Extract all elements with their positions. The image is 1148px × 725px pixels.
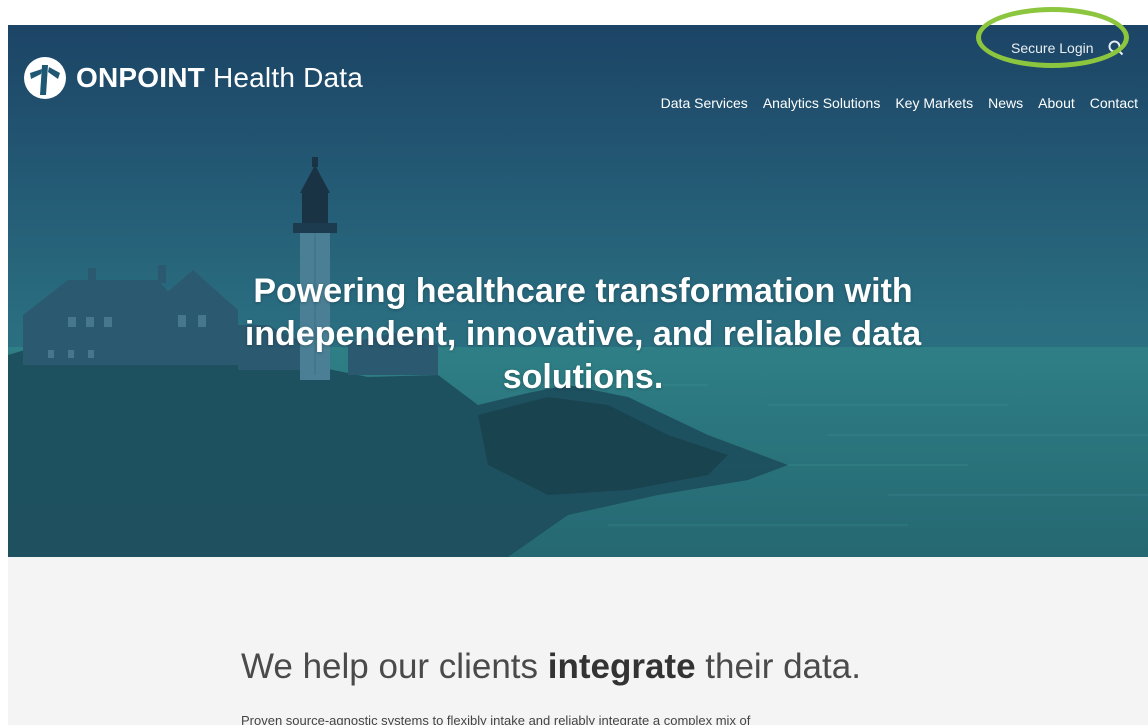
brand-name-rest: Health Data — [212, 62, 364, 93]
hero-headline-line-1: Powering healthcare transformation with — [253, 271, 913, 310]
nav-item-key-markets[interactable]: Key Markets — [895, 95, 973, 111]
hero-banner: ONPOINT Health Data Secure Login Data Se… — [8, 25, 1148, 557]
intro-heading: We help our clients integrate their data… — [241, 647, 861, 687]
intro-section: We help our clients integrate their data… — [8, 557, 1148, 725]
intro-heading-post: their data. — [695, 647, 861, 686]
page: ONPOINT Health Data Secure Login Data Se… — [0, 0, 1148, 725]
hero-headline-line-2: independent, innovative, and reliable da… — [244, 314, 922, 353]
main-nav: Data Services Analytics Solutions Key Ma… — [661, 95, 1138, 111]
intro-heading-emphasis: integrate — [547, 647, 696, 686]
site-logo[interactable]: ONPOINT Health Data — [22, 55, 363, 101]
intro-body-text: Proven source-agnostic systems to flexib… — [241, 713, 751, 725]
hero-headline: Powering healthcare transformation with … — [178, 270, 988, 399]
hero-headline-line-3: solutions. — [502, 357, 664, 396]
utility-bar: Secure Login — [1011, 40, 1124, 56]
nav-item-contact[interactable]: Contact — [1090, 95, 1138, 111]
nav-item-data-services[interactable]: Data Services — [661, 95, 748, 111]
brand-name-bold: ONPOINT — [76, 62, 205, 93]
onpoint-logo-icon — [24, 57, 66, 99]
search-icon[interactable] — [1108, 40, 1124, 56]
secure-login-link[interactable]: Secure Login — [1011, 40, 1094, 56]
nav-item-about[interactable]: About — [1038, 95, 1075, 111]
nav-item-news[interactable]: News — [988, 95, 1023, 111]
brand-name: ONPOINT Health Data — [76, 62, 363, 94]
intro-heading-pre: We help our clients — [241, 647, 548, 686]
nav-item-analytics-solutions[interactable]: Analytics Solutions — [763, 95, 881, 111]
